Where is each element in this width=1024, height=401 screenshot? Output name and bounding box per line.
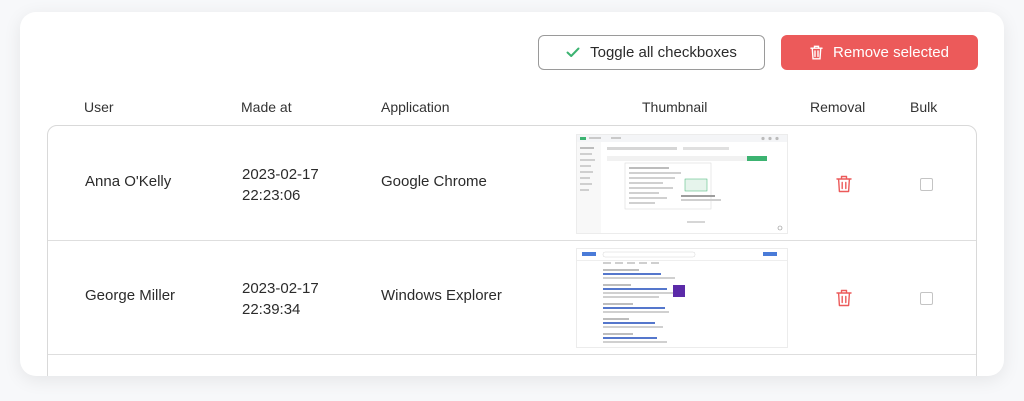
toggle-all-label: Toggle all checkboxes <box>590 44 737 61</box>
user-name: George Miller <box>85 287 176 304</box>
trash-icon[interactable] <box>836 175 852 193</box>
made-at-time: 22:39:34 <box>242 301 301 318</box>
remove-selected-label: Remove selected <box>833 44 949 61</box>
made-at: 2023-02-17 22:39:34 <box>242 278 319 320</box>
column-header-thumbnail: Thumbnail <box>642 99 708 115</box>
column-header-application: Application <box>381 99 450 115</box>
trash-icon[interactable] <box>836 289 852 307</box>
made-at-time: 22:23:06 <box>242 187 301 204</box>
column-header-removal: Removal <box>810 99 866 115</box>
made-at-date: 2023-02-17 <box>242 166 319 183</box>
check-icon <box>566 47 580 58</box>
screenshot-thumbnail[interactable] <box>576 134 788 234</box>
toggle-all-checkboxes-button[interactable]: Toggle all checkboxes <box>538 35 765 70</box>
made-at: 2023-02-17 22:23:06 <box>242 164 319 206</box>
bulk-checkbox[interactable] <box>920 292 933 305</box>
table-row: Anna O'Kelly 2023-02-17 22:23:06 Google … <box>48 126 976 241</box>
column-header-user: User <box>84 99 114 115</box>
screenshots-card: Toggle all checkboxes Remove selected Us… <box>20 12 1004 376</box>
table-header: User Made at Application Thumbnail Remov… <box>20 99 1004 119</box>
screenshot-thumbnail[interactable] <box>576 248 788 348</box>
table-row: George Miller 2023-02-17 22:39:34 Window… <box>48 240 976 355</box>
remove-selected-button[interactable]: Remove selected <box>781 35 978 70</box>
bulk-checkbox[interactable] <box>920 178 933 191</box>
column-header-made-at: Made at <box>241 99 292 115</box>
column-header-bulk: Bulk <box>910 99 938 115</box>
screenshots-table: Anna O'Kelly 2023-02-17 22:23:06 Google … <box>47 125 977 376</box>
application-name: Windows Explorer <box>381 287 502 304</box>
trash-icon <box>810 45 823 60</box>
made-at-date: 2023-02-17 <box>242 280 319 297</box>
application-name: Google Chrome <box>381 173 487 190</box>
user-name: Anna O'Kelly <box>85 173 172 190</box>
